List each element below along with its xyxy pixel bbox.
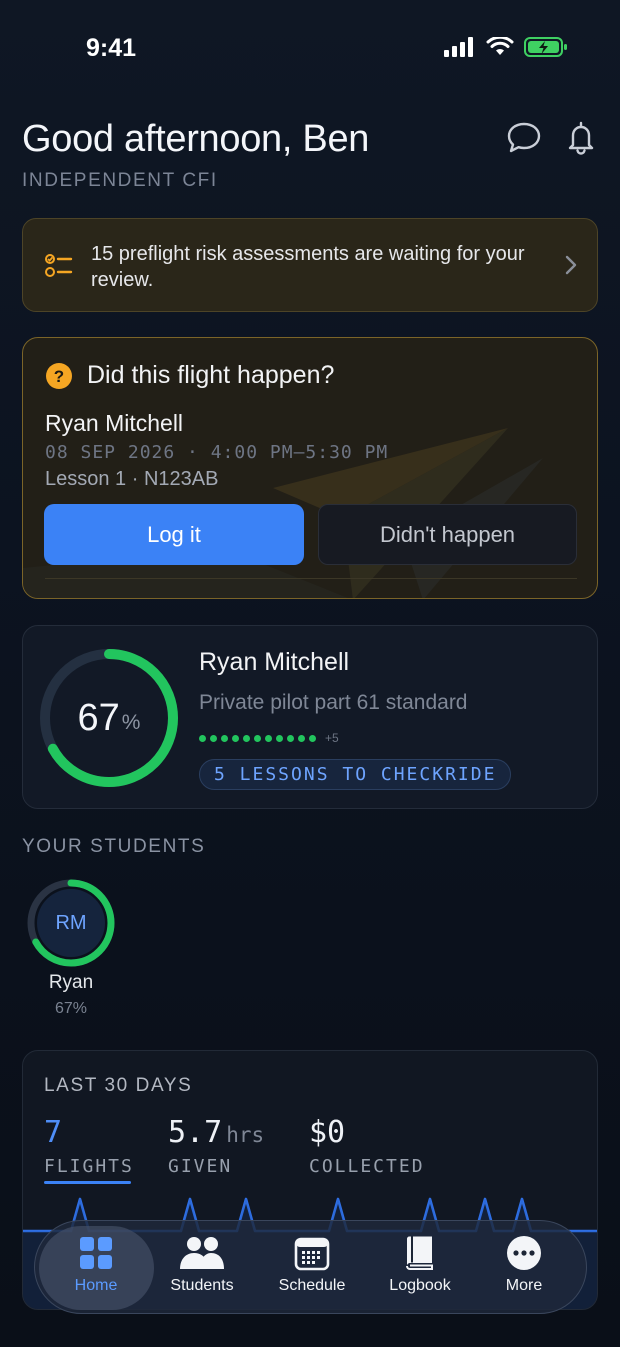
tab-more-label: More (505, 1277, 543, 1294)
checkride-pill: 5 LESSONS TO CHECKRIDE (199, 759, 512, 790)
stat-flights[interactable]: 7 FLIGHTS (44, 1115, 134, 1184)
book-icon (406, 1236, 433, 1270)
chat-bubble-icon[interactable] (504, 118, 544, 158)
lesson-dot (276, 734, 283, 742)
divider (45, 578, 577, 579)
stats-title: LAST 30 DAYS (44, 1075, 193, 1096)
tab-logbook[interactable]: Logbook (370, 1235, 470, 1305)
lesson-dot (265, 734, 272, 742)
tab-home[interactable]: Home (46, 1235, 146, 1305)
status-bar: 9:41 (0, 0, 620, 100)
tab-schedule-label: Schedule (278, 1277, 346, 1294)
given-label: GIVEN (168, 1156, 233, 1177)
checklist-icon (45, 254, 73, 277)
progress-percent: 67% (37, 646, 181, 790)
lesson-dot (210, 734, 217, 742)
greeting-title: Good afternoon, Ben (22, 118, 370, 160)
ellipsis-icon (507, 1236, 541, 1270)
notification-bell-icon[interactable] (561, 118, 601, 158)
flights-label: FLIGHTS (44, 1156, 134, 1177)
tab-students-label: Students (170, 1277, 234, 1294)
people-icon (180, 1237, 224, 1269)
progress-percent-value: 67 (77, 696, 120, 739)
svg-text:?: ? (54, 367, 64, 386)
alert-message: 15 preflight risk assessments are waitin… (91, 243, 525, 291)
lesson-dot (298, 734, 305, 742)
tab-students[interactable]: Students (152, 1235, 252, 1305)
more-lessons-count: +5 (325, 731, 339, 745)
avatar-initials: RM (55, 911, 87, 934)
battery-charging-icon (524, 37, 567, 57)
lesson-dot (287, 734, 294, 742)
flights-value: 7 (44, 1115, 63, 1150)
collected-value: $0 (309, 1115, 346, 1150)
lesson-dot (199, 734, 206, 742)
progress-percent-sign: % (121, 711, 141, 734)
tab-home-label: Home (74, 1277, 118, 1294)
role-label: INDEPENDENT CFI (22, 170, 218, 191)
given-value: 5.7 (168, 1115, 223, 1150)
calendar-icon (294, 1237, 330, 1271)
grid-icon (80, 1237, 112, 1269)
flight-confirmation-card: ? Did this flight happen? Ryan Mitchell … (22, 337, 598, 599)
stat-given[interactable]: 5.7 hrs GIVEN (168, 1115, 264, 1177)
tab-schedule[interactable]: Schedule (262, 1235, 362, 1305)
selected-underline (44, 1181, 131, 1184)
lesson-dot (254, 734, 261, 742)
flight-question-title: Did this flight happen? (87, 361, 335, 389)
chevron-right-icon (565, 255, 577, 275)
risk-assessment-alert[interactable]: 15 preflight risk assessments are waitin… (22, 218, 598, 312)
lesson-dot (243, 734, 250, 742)
flight-lesson-aircraft: Lesson 1 · N123AB (45, 468, 219, 490)
tab-more[interactable]: More (474, 1235, 574, 1305)
given-value-row: 5.7 hrs (168, 1115, 264, 1150)
student-percent: 67% (54, 1000, 88, 1017)
wifi-icon (486, 37, 514, 55)
progress-student-name: Ryan Mitchell (199, 648, 350, 676)
cellular-signal-icon (444, 37, 473, 57)
stat-collected[interactable]: $0 COLLECTED (309, 1115, 425, 1177)
flight-datetime: 08 SEP 2026 · 4:00 PM–5:30 PM (45, 442, 389, 463)
given-unit: hrs (226, 1123, 265, 1147)
lesson-dot (309, 734, 316, 742)
program-name: Private pilot part 61 standard (199, 691, 468, 714)
status-icons (444, 36, 568, 58)
lesson-dot (221, 734, 228, 742)
lesson-dot (232, 734, 239, 742)
tab-logbook-label: Logbook (389, 1277, 451, 1294)
your-students-label: YOUR STUDENTS (22, 836, 206, 857)
log-flight-button[interactable]: Log it (44, 504, 304, 565)
collected-label: COLLECTED (309, 1156, 425, 1177)
flight-student-name: Ryan Mitchell (45, 410, 184, 436)
student-progress-card[interactable]: 67% Ryan Mitchell Private pilot part 61 … (22, 625, 598, 809)
status-time: 9:41 (86, 34, 137, 62)
bottom-tab-bar: Home Students Schedule Logbook More (34, 1220, 587, 1314)
student-name: Ryan (48, 972, 94, 993)
lesson-dots: +5 (199, 731, 339, 745)
question-circle-icon: ? (46, 363, 72, 389)
didnt-happen-button[interactable]: Didn't happen (318, 504, 577, 565)
